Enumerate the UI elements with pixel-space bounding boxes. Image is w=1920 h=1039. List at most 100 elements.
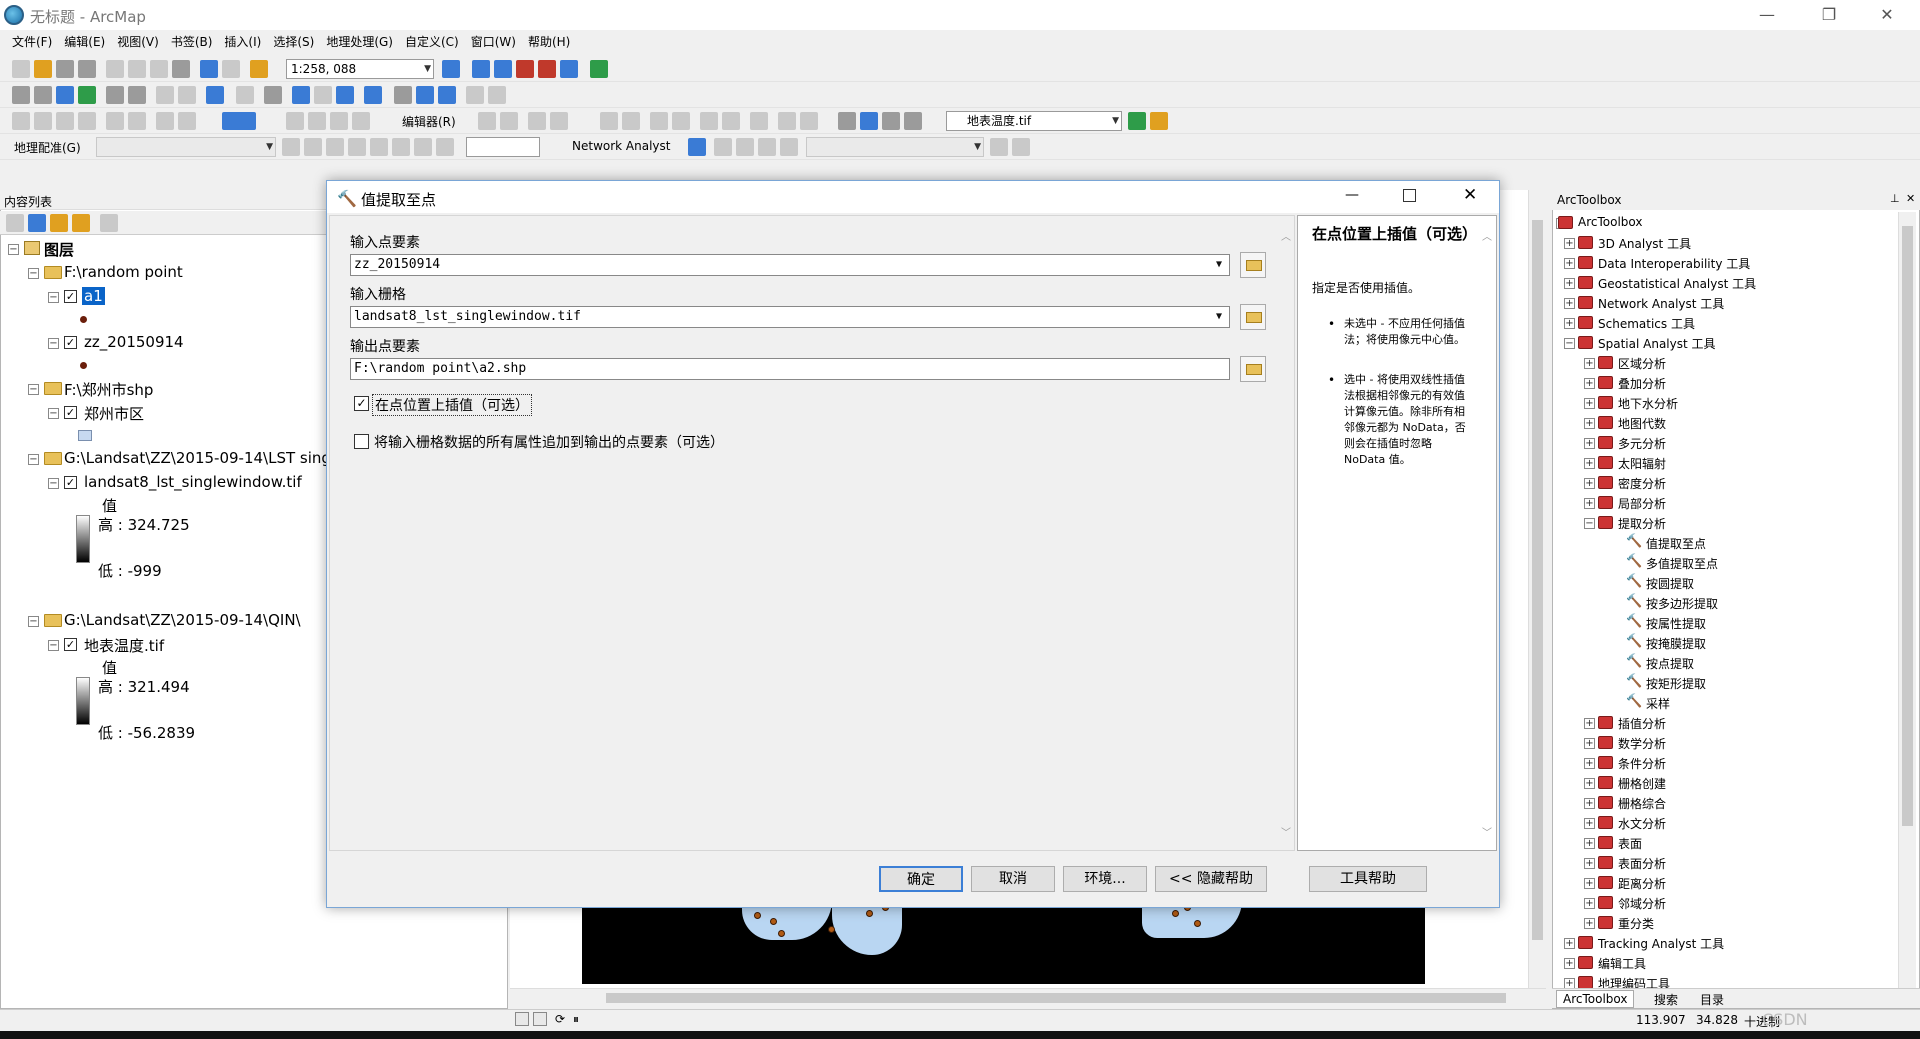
delete-icon[interactable] — [172, 60, 190, 78]
tool-item[interactable]: 采样 — [1646, 695, 1670, 712]
arctoolbox-scrollbar[interactable] — [1898, 212, 1916, 988]
paste-icon[interactable] — [150, 60, 168, 78]
tool-item[interactable]: 值提取至点 — [1646, 535, 1706, 552]
edit-annotation-icon[interactable] — [500, 112, 518, 130]
network-tool-5-icon[interactable] — [990, 138, 1008, 156]
toolset-expander-icon[interactable]: + — [1564, 298, 1575, 309]
browse-folder-icon[interactable] — [1240, 304, 1266, 330]
layout-tool-7-icon[interactable] — [156, 112, 174, 130]
toolset-item[interactable]: 密度分析 — [1618, 475, 1666, 492]
list-by-visibility-icon[interactable] — [50, 214, 68, 232]
hyperlink-icon[interactable] — [314, 86, 332, 104]
network-tool-6-icon[interactable] — [1012, 138, 1030, 156]
toolset-item[interactable]: 插值分析 — [1618, 715, 1666, 732]
toolset-expander-icon[interactable]: + — [1584, 458, 1595, 469]
toolbox-item[interactable]: Spatial Analyst 工具 — [1598, 335, 1716, 352]
find-route-icon[interactable] — [416, 86, 434, 104]
toc-group-zhengzhou[interactable]: F:\郑州市shp — [64, 379, 153, 400]
toolset-expander-icon[interactable]: + — [1584, 878, 1595, 889]
save-icon[interactable] — [56, 60, 74, 78]
network-analyst-window-icon[interactable] — [688, 138, 706, 156]
layer-visibility-checkbox[interactable]: ✓ — [64, 638, 77, 651]
create-features-icon[interactable] — [700, 112, 718, 130]
search-window-icon[interactable] — [516, 60, 534, 78]
split-tool-icon[interactable] — [600, 112, 618, 130]
tool-item[interactable]: 按矩形提取 — [1646, 675, 1706, 692]
toc-group-lst[interactable]: G:\Landsat\ZZ\2015-09-14\LST singl — [64, 449, 335, 467]
find-icon[interactable] — [394, 86, 412, 104]
select-features-icon[interactable] — [206, 86, 224, 104]
dialog-minimize-button[interactable]: — — [1345, 187, 1359, 203]
toc-layer-zz[interactable]: zz_20150914 — [84, 333, 184, 351]
layout-tool-6-icon[interactable] — [128, 112, 146, 130]
arctoolbox-icon[interactable] — [538, 60, 556, 78]
toolset-item[interactable]: 邻域分析 — [1618, 895, 1666, 912]
layer-collapse-icon[interactable]: − — [48, 478, 59, 489]
input-points-dropdown[interactable]: zz_20150914 ▼ — [350, 254, 1230, 276]
georef-input-box[interactable] — [466, 137, 540, 157]
layout-view-icon[interactable] — [533, 1012, 547, 1026]
toolset-item[interactable]: 重分类 — [1618, 915, 1654, 932]
html-popup-icon[interactable] — [336, 86, 354, 104]
network-analyst-menu[interactable]: Network Analyst — [572, 139, 670, 153]
map-scale-dropdown[interactable]: 1:258, 088 ▼ — [286, 59, 434, 79]
map-vertical-scrollbar[interactable] — [1528, 190, 1546, 990]
layer-visibility-checkbox[interactable]: ✓ — [64, 336, 77, 349]
toolset-item[interactable]: 数学分析 — [1618, 735, 1666, 752]
data-view-icon[interactable] — [515, 1012, 529, 1026]
tool-item[interactable]: 按点提取 — [1646, 655, 1694, 672]
group-collapse-icon[interactable]: − — [28, 454, 39, 465]
edit-vertices-icon[interactable] — [722, 112, 740, 130]
georef-tool-2-icon[interactable] — [304, 138, 322, 156]
tab-arctoolbox[interactable]: ArcToolbox — [1556, 990, 1635, 1008]
toolset-expander-icon[interactable]: + — [1584, 498, 1595, 509]
menu-help[interactable]: 帮助(H) — [522, 30, 576, 54]
browse-folder-icon[interactable] — [1240, 356, 1266, 382]
toolbox-item[interactable]: Geostatistical Analyst 工具 — [1598, 275, 1756, 292]
georef-tool-5-icon[interactable] — [370, 138, 388, 156]
layout-tool-5-icon[interactable] — [106, 112, 124, 130]
pause-drawing-icon[interactable]: ⏸ — [573, 1012, 587, 1026]
toolset-expander-icon[interactable]: + — [1564, 938, 1575, 949]
toolset-expander-icon[interactable]: − — [1584, 518, 1595, 529]
toolset-expander-icon[interactable]: + — [1584, 438, 1595, 449]
tab-search[interactable]: 搜索 — [1654, 991, 1678, 1008]
network-tool-4-icon[interactable] — [780, 138, 798, 156]
toc-layer-surface-temp[interactable]: 地表温度.tif — [84, 635, 164, 656]
toolbox-item[interactable]: Data Interoperability 工具 — [1598, 255, 1750, 272]
draw-tool-1-icon[interactable] — [286, 112, 304, 130]
menu-insert[interactable]: 插入(I) — [218, 30, 267, 54]
browse-folder-icon[interactable] — [1240, 252, 1266, 278]
map-horizontal-scrollbar[interactable] — [510, 988, 1546, 1006]
menu-windows[interactable]: 窗口(W) — [465, 30, 522, 54]
interpolate-checkbox[interactable]: ✓ — [354, 396, 369, 411]
editor-toolbar-icon[interactable] — [442, 60, 460, 78]
group-collapse-icon[interactable]: − — [28, 616, 39, 627]
toolset-expander-icon[interactable]: + — [1564, 318, 1575, 329]
draw-tool-2-icon[interactable] — [308, 112, 326, 130]
draw-tool-3-icon[interactable] — [330, 112, 348, 130]
toolset-expander-icon[interactable]: + — [1564, 258, 1575, 269]
menu-file[interactable]: 文件(F) — [6, 30, 58, 54]
toolset-expander-icon[interactable]: + — [1584, 418, 1595, 429]
panel-close-icon[interactable]: ✕ — [1906, 192, 1915, 205]
toolset-item[interactable]: 距离分析 — [1618, 875, 1666, 892]
layer-collapse-icon[interactable]: − — [48, 338, 59, 349]
forward-icon[interactable] — [178, 86, 196, 104]
layer-collapse-icon[interactable]: − — [48, 408, 59, 419]
toc-layer-a1[interactable]: a1 — [82, 287, 105, 305]
toc-group-random-point[interactable]: F:\random point — [64, 263, 183, 281]
spatial-analyst-tool-icon[interactable] — [860, 112, 878, 130]
toolset-item[interactable]: 区域分析 — [1618, 355, 1666, 372]
toolset-expander-icon[interactable]: + — [1584, 898, 1595, 909]
add-data-icon[interactable] — [250, 60, 268, 78]
help-scroll-up-icon[interactable]: ︿ — [1482, 228, 1492, 243]
back-icon[interactable] — [156, 86, 174, 104]
toolset-item[interactable]: 栅格综合 — [1618, 795, 1666, 812]
tool-item[interactable]: 按圆提取 — [1646, 575, 1694, 592]
restore-button[interactable]: ❐ — [1806, 0, 1852, 30]
cut-polygons-icon[interactable] — [778, 112, 796, 130]
profile-graph-icon[interactable] — [1150, 112, 1168, 130]
layer-select-dropdown[interactable]: 地表温度.tif ▼ — [946, 111, 1122, 131]
dialog-close-button[interactable]: ✕ — [1463, 185, 1477, 205]
